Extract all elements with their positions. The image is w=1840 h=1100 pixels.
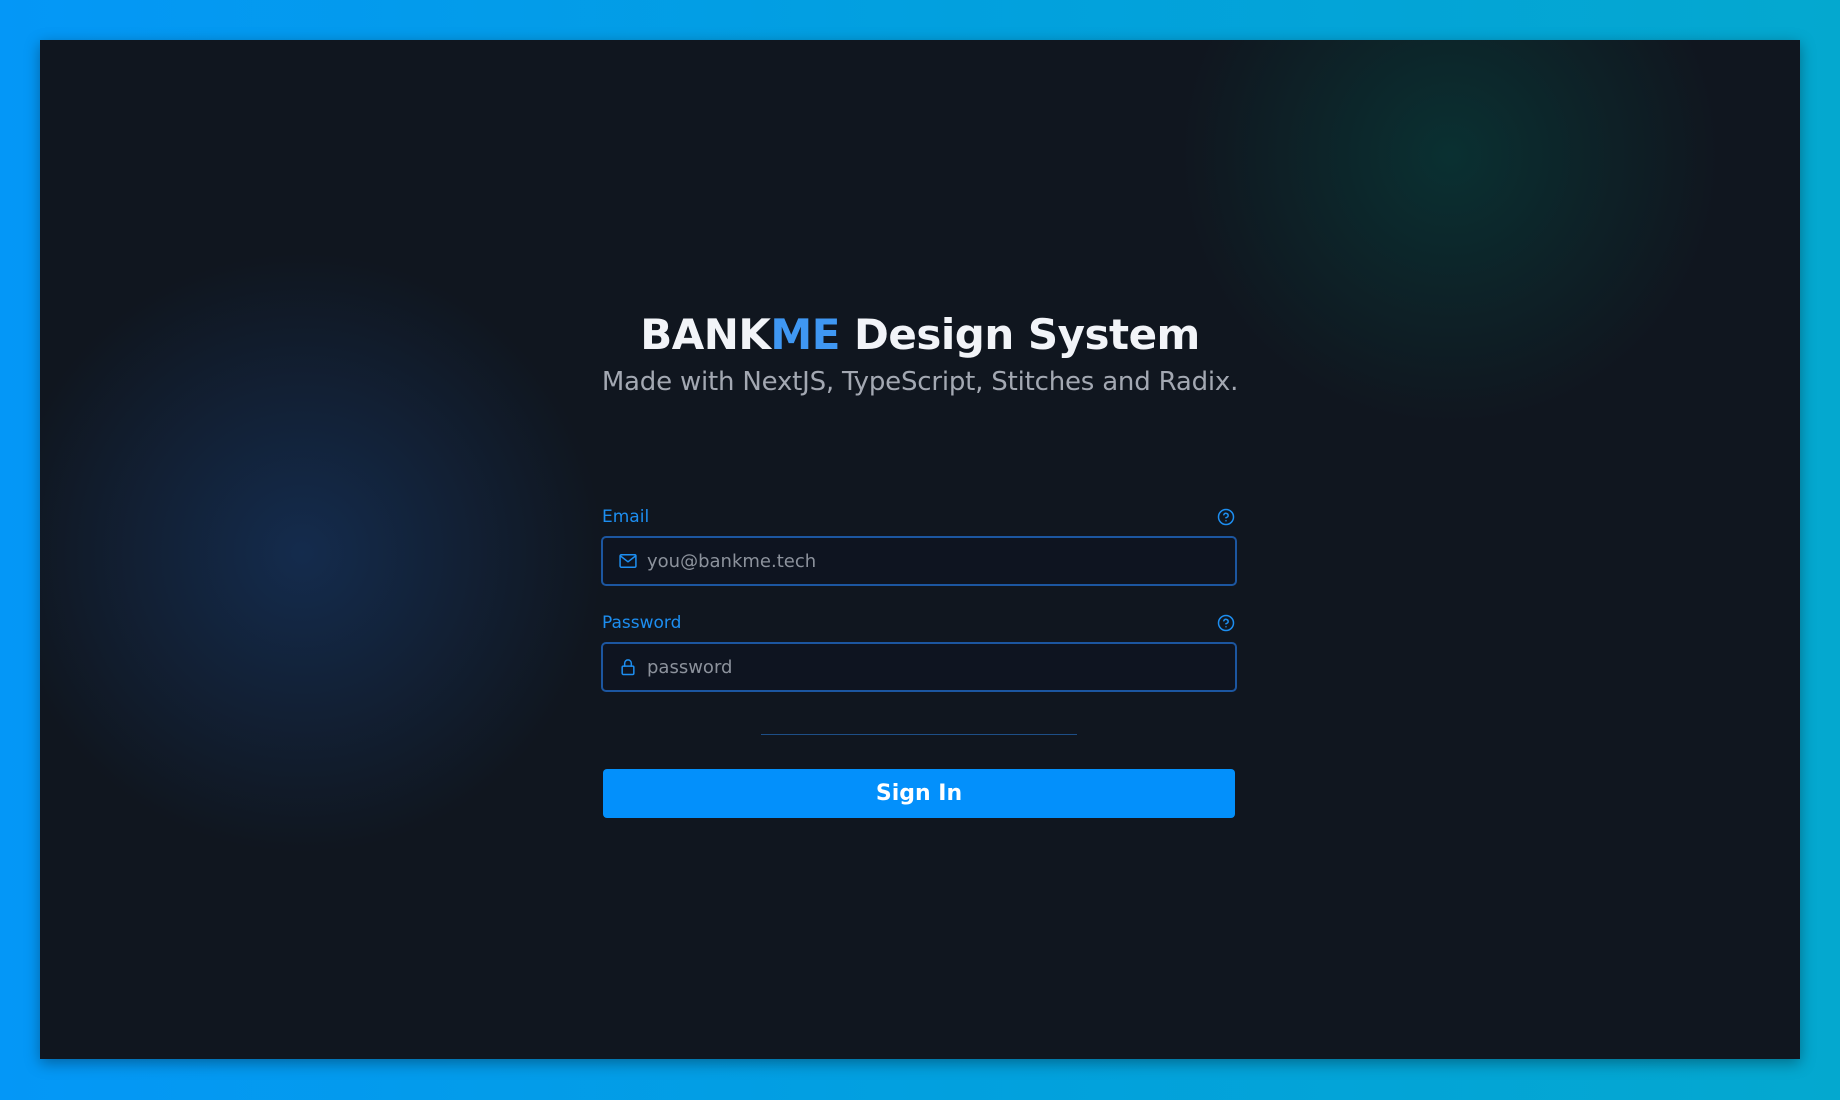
email-label-row: Email <box>601 504 1237 530</box>
app-window: BANKME Design System Made with NextJS, T… <box>40 40 1800 1059</box>
password-label: Password <box>602 613 682 633</box>
email-help-icon[interactable] <box>1216 507 1236 527</box>
page-title: BANKME Design System <box>40 309 1800 361</box>
title-brand-main: BANK <box>640 310 771 359</box>
password-label-row: Password <box>601 610 1237 636</box>
title-brand-accent: ME <box>770 310 840 359</box>
lock-icon <box>617 656 639 678</box>
form-divider <box>761 734 1077 735</box>
email-input[interactable] <box>647 550 1221 572</box>
mail-icon <box>617 550 639 572</box>
password-input-box[interactable] <box>601 642 1237 692</box>
sign-in-form: Email you@bankme.tech Password Sign In <box>601 504 1237 818</box>
email-input-box[interactable] <box>601 536 1237 586</box>
email-field-group: Email <box>601 504 1237 586</box>
email-label: Email <box>602 507 650 527</box>
sign-in-button[interactable]: Sign In <box>603 769 1235 818</box>
title-rest: Design System <box>839 310 1200 359</box>
password-input[interactable] <box>647 656 1221 678</box>
hero: BANKME Design System Made with NextJS, T… <box>40 309 1800 399</box>
password-field-group: Password <box>601 610 1237 692</box>
password-help-icon[interactable] <box>1216 613 1236 633</box>
page-subtitle: Made with NextJS, TypeScript, Stitches a… <box>601 367 1239 397</box>
